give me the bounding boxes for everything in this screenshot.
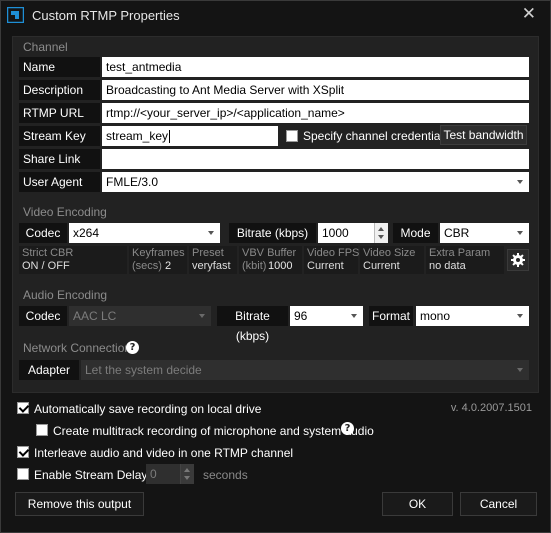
name-input[interactable]: test_antmedia	[102, 57, 529, 77]
adapter-label: Adapter	[19, 360, 79, 380]
rtmp-url-label: RTMP URL	[19, 103, 100, 123]
multitrack-label: Create multitrack recording of microphon…	[53, 424, 374, 438]
gear-icon	[511, 253, 525, 267]
rtmp-url-input[interactable]: rtmp://<your_server_ip>/<application_nam…	[102, 103, 529, 123]
chevron-down-icon	[517, 180, 523, 184]
delay-unit-label: seconds	[203, 468, 248, 482]
auto-save-label: Automatically save recording on local dr…	[34, 402, 262, 416]
specify-credentials-checkbox[interactable]	[286, 130, 298, 142]
chevron-down-icon	[208, 231, 214, 235]
chevron-down-icon	[351, 314, 357, 318]
interleave-label: Interleave audio and video in one RTMP c…	[34, 446, 294, 460]
mode-dropdown[interactable]: CBR	[440, 223, 529, 243]
stream-key-label: Stream Key	[19, 126, 100, 146]
audio-codec-dropdown[interactable]: AAC LC	[69, 306, 211, 326]
channel-section-title: Channel	[23, 40, 68, 54]
chevron-down-icon	[199, 314, 205, 318]
title-bar[interactable]: Custom RTMP Properties ✕	[1, 1, 550, 29]
vbv-buffer-stat[interactable]: VBV Buffer (kbit) 1000	[239, 246, 302, 274]
user-agent-label: User Agent	[19, 172, 100, 192]
audio-section-title: Audio Encoding	[23, 288, 108, 302]
xsplit-logo-icon	[7, 7, 24, 23]
spin-buttons[interactable]	[180, 464, 194, 484]
video-size-stat[interactable]: Video Size Current	[360, 246, 424, 274]
mode-label: Mode	[393, 223, 438, 243]
format-dropdown[interactable]: mono	[416, 306, 529, 326]
version-label: v. 4.0.2007.1501	[450, 402, 532, 414]
chevron-down-icon	[517, 368, 523, 372]
video-codec-label: Codec	[19, 223, 67, 243]
spin-buttons[interactable]	[374, 223, 388, 243]
name-label: Name	[19, 57, 100, 77]
help-icon[interactable]: ?	[126, 341, 139, 354]
audio-bitrate-label: Bitrate (kbps)	[217, 306, 288, 343]
preset-stat[interactable]: Preset veryfast	[189, 246, 237, 274]
help-icon[interactable]: ?	[341, 422, 354, 435]
video-bitrate-stepper[interactable]: 1000	[318, 223, 388, 243]
keyframes-stat[interactable]: Keyframes (secs) 2	[129, 246, 187, 274]
description-input[interactable]: Broadcasting to Ant Media Server with XS…	[102, 80, 529, 100]
interleave-checkbox[interactable]	[17, 446, 29, 458]
chevron-down-icon	[517, 314, 523, 318]
specify-credentials-label: Specify channel credentials	[303, 129, 450, 143]
audio-bitrate-dropdown[interactable]: 96	[290, 306, 363, 326]
encoder-settings-button[interactable]	[507, 249, 529, 271]
ok-button[interactable]: OK	[382, 492, 453, 516]
video-bitrate-label: Bitrate (kbps)	[229, 223, 316, 243]
auto-save-checkbox[interactable]	[17, 402, 29, 414]
video-codec-dropdown[interactable]: x264	[69, 223, 220, 243]
network-section-title: Network Connection	[23, 341, 132, 355]
cancel-button[interactable]: Cancel	[460, 492, 537, 516]
chevron-down-icon	[517, 231, 523, 235]
stream-delay-label: Enable Stream Delay	[34, 468, 148, 482]
strict-cbr-stat[interactable]: Strict CBR ON / OFF	[19, 246, 127, 274]
video-section-title: Video Encoding	[23, 205, 107, 219]
remove-output-button[interactable]: Remove this output	[15, 492, 144, 516]
format-label: Format	[369, 306, 413, 326]
stream-key-input[interactable]: stream_key	[102, 126, 278, 146]
dialog-window: Custom RTMP Properties ✕ Channel Name te…	[0, 0, 551, 533]
multitrack-checkbox[interactable]	[36, 424, 48, 436]
share-link-input[interactable]	[102, 149, 529, 169]
close-icon[interactable]: ✕	[522, 5, 536, 23]
user-agent-dropdown[interactable]: FMLE/3.0	[102, 172, 529, 192]
share-link-label: Share Link	[19, 149, 100, 169]
text-cursor	[169, 130, 171, 144]
stream-delay-checkbox[interactable]	[17, 468, 29, 480]
stream-delay-stepper[interactable]: 0	[146, 464, 194, 484]
test-bandwidth-button[interactable]: Test bandwidth	[440, 125, 527, 145]
description-label: Description	[19, 80, 100, 100]
window-title: Custom RTMP Properties	[32, 8, 180, 23]
adapter-dropdown[interactable]: Let the system decide	[81, 360, 529, 380]
extra-param-stat[interactable]: Extra Param no data	[426, 246, 504, 274]
audio-codec-label: Codec	[19, 306, 67, 326]
video-stats-strip: Strict CBR ON / OFF Keyframes (secs) 2 P…	[19, 246, 504, 274]
video-fps-stat[interactable]: Video FPS Current	[304, 246, 359, 274]
